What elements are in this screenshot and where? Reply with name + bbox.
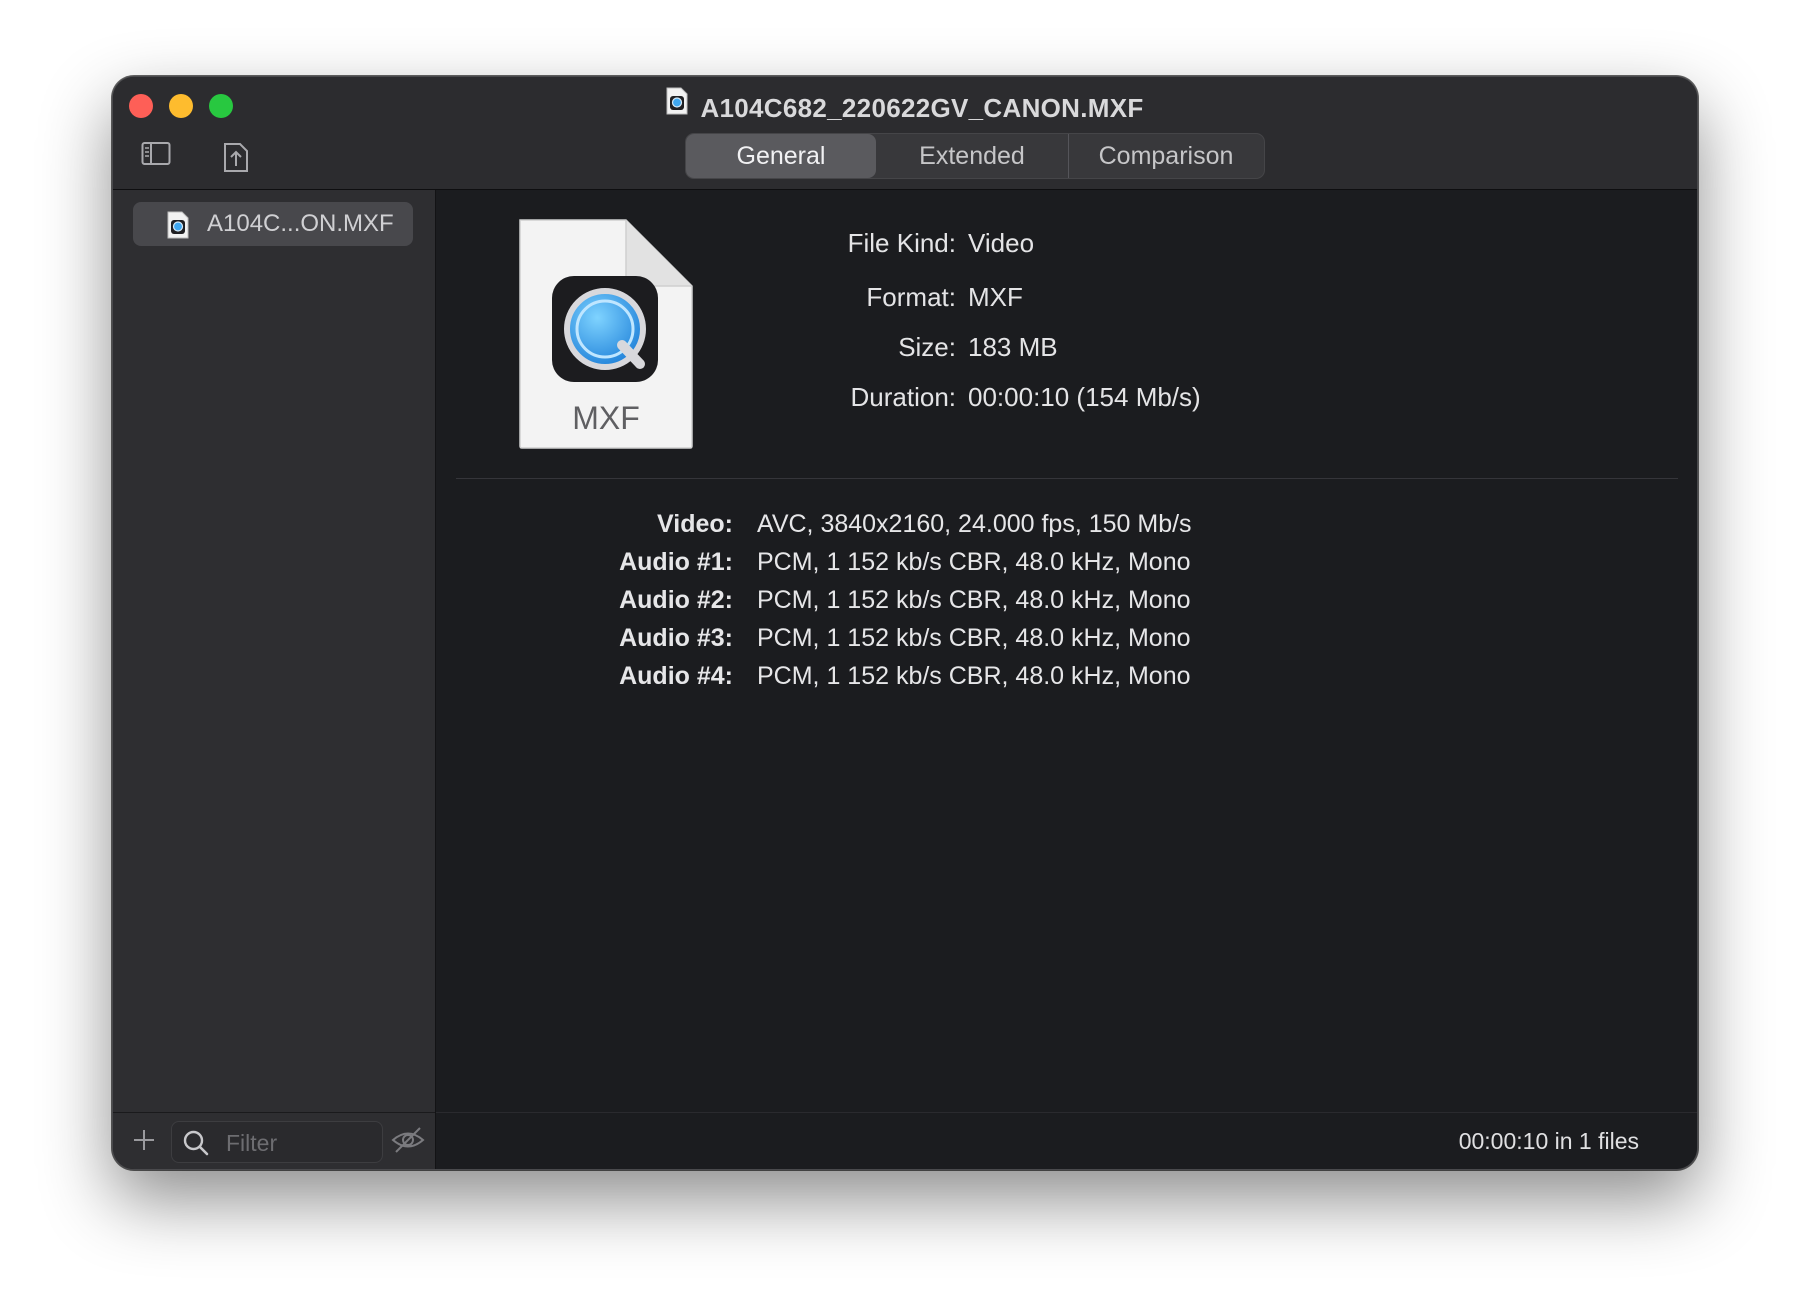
file-type-label: MXF xyxy=(572,400,640,436)
section-divider xyxy=(456,478,1678,479)
file-kind-label: File Kind: xyxy=(847,228,956,258)
main-pane: MXF File Kind: Video Format: MXF Size: 1… xyxy=(436,190,1697,1169)
stream-label: Audio #1: xyxy=(619,548,733,576)
format-label: Format: xyxy=(866,282,956,312)
stream-value: PCM, 1 152 kb/s CBR, 48.0 kHz, Mono xyxy=(757,548,1191,576)
hidden-eye-icon[interactable] xyxy=(391,1125,425,1160)
size-value: 183 MB xyxy=(968,332,1058,362)
sidebar-footer xyxy=(113,1112,435,1169)
title-bar: A104C682_220622GV_CANON.MXF General Exte… xyxy=(113,77,1697,190)
quicktime-doc-icon xyxy=(666,87,688,129)
window-title-area: A104C682_220622GV_CANON.MXF xyxy=(113,87,1697,123)
view-tabs: General Extended Comparison xyxy=(685,133,1265,179)
stream-row-audio-3: Audio #3: PCM, 1 152 kb/s CBR, 48.0 kHz,… xyxy=(436,624,1697,660)
tab-comparison[interactable]: Comparison xyxy=(1069,134,1263,178)
app-window: A104C682_220622GV_CANON.MXF General Exte… xyxy=(112,76,1698,1170)
stream-row-audio-4: Audio #4: PCM, 1 152 kb/s CBR, 48.0 kHz,… xyxy=(436,662,1697,698)
status-text: 00:00:10 in 1 files xyxy=(1458,1128,1639,1154)
status-bar: 00:00:10 in 1 files xyxy=(436,1112,1697,1169)
mxf-file-icon: MXF xyxy=(518,218,694,455)
duration-label: Duration: xyxy=(850,382,957,412)
stream-value: AVC, 3840x2160, 24.000 fps, 150 Mb/s xyxy=(757,510,1192,538)
stream-value: PCM, 1 152 kb/s CBR, 48.0 kHz, Mono xyxy=(757,624,1191,652)
window-title: A104C682_220622GV_CANON.MXF xyxy=(700,93,1144,123)
sidebar-item-label: A104C...ON.MXF xyxy=(207,210,394,237)
tab-extended[interactable]: Extended xyxy=(876,134,1069,178)
sidebar: A104C...ON.MXF xyxy=(113,190,436,1169)
stream-value: PCM, 1 152 kb/s CBR, 48.0 kHz, Mono xyxy=(757,586,1191,614)
sidebar-toggle-icon[interactable] xyxy=(141,141,171,172)
sidebar-item-file[interactable]: A104C...ON.MXF xyxy=(133,202,413,246)
stream-label: Video: xyxy=(657,510,733,538)
stream-row-audio-1: Audio #1: PCM, 1 152 kb/s CBR, 48.0 kHz,… xyxy=(436,548,1697,584)
quicktime-doc-icon xyxy=(167,211,189,244)
stream-row-video: Video: AVC, 3840x2160, 24.000 fps, 150 M… xyxy=(436,510,1697,546)
stream-label: Audio #4: xyxy=(619,662,733,690)
search-icon xyxy=(182,1129,210,1162)
filter-field xyxy=(171,1121,383,1163)
stream-value: PCM, 1 152 kb/s CBR, 48.0 kHz, Mono xyxy=(757,662,1191,690)
stream-label: Audio #3: xyxy=(619,624,733,652)
add-file-icon[interactable] xyxy=(131,1127,157,1158)
format-value: MXF xyxy=(968,282,1023,312)
share-icon[interactable] xyxy=(223,141,249,178)
duration-value: 00:00:10 (154 Mb/s) xyxy=(968,382,1201,412)
file-kind-value: Video xyxy=(968,228,1035,258)
tab-general[interactable]: General xyxy=(686,134,876,178)
stream-row-audio-2: Audio #2: PCM, 1 152 kb/s CBR, 48.0 kHz,… xyxy=(436,586,1697,622)
stream-label: Audio #2: xyxy=(619,586,733,614)
filter-input[interactable] xyxy=(224,1126,378,1160)
size-label: Size: xyxy=(898,332,956,362)
